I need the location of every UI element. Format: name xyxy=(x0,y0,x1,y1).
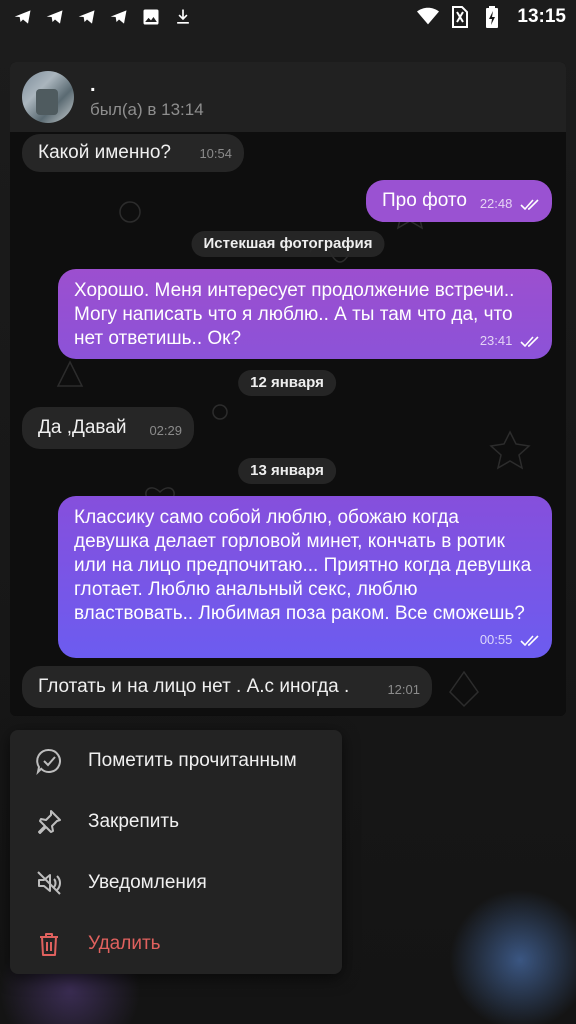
mute-bell-icon xyxy=(34,868,64,898)
battery-charging-icon xyxy=(481,6,503,28)
message-time: 23:41 xyxy=(479,333,513,348)
read-ticks-icon xyxy=(520,634,539,646)
message-outgoing[interactable]: Классику само собой люблю, обожаю когда … xyxy=(58,496,552,658)
trash-icon xyxy=(34,929,64,959)
service-message: Истекшая фотография xyxy=(191,231,385,257)
message-list: Какой именно? 10:54 Про фото 22:48 Истек… xyxy=(10,132,566,716)
message-text: Глотать и на лицо нет . А.с иногда . xyxy=(38,676,350,697)
telegram-icon xyxy=(76,6,98,28)
clock: 13:15 xyxy=(517,6,566,27)
message-incoming[interactable]: Какой именно? 10:54 xyxy=(22,134,244,172)
chat-header: . был(а) в 13:14 xyxy=(10,62,566,132)
date-separator: 12 января xyxy=(238,370,336,396)
message-time: 00:55 xyxy=(479,632,513,647)
message-incoming[interactable]: Глотать и на лицо нет . А.с иногда . 12:… xyxy=(22,666,432,708)
status-bar: 13:15 xyxy=(0,0,576,34)
system-icons: 13:15 xyxy=(417,6,566,28)
message-text: Классику само собой люблю, обожаю когда … xyxy=(74,507,532,624)
pin-icon xyxy=(34,807,64,837)
notifications-menu-item[interactable]: Уведомления xyxy=(10,852,342,913)
delete-menu-item[interactable]: Удалить xyxy=(10,913,342,974)
chat-name: . xyxy=(90,74,96,96)
telegram-icon xyxy=(44,6,66,28)
message-incoming[interactable]: Да ,Давай 02:29 xyxy=(22,407,194,449)
wifi-icon xyxy=(417,6,440,28)
avatar xyxy=(22,71,74,123)
read-check-icon xyxy=(34,746,64,776)
image-icon xyxy=(140,6,162,28)
pin-menu-item[interactable]: Закрепить xyxy=(10,791,342,852)
menu-item-label: Пометить прочитанным xyxy=(88,749,297,771)
chat-preview[interactable]: . был(а) в 13:14 Какой именно? 10:54 Про… xyxy=(10,62,566,716)
message-text: Хорошо. Меня интересует продолжение встр… xyxy=(74,280,515,349)
read-ticks-icon xyxy=(520,198,539,210)
menu-item-label: Удалить xyxy=(88,932,161,954)
no-sim-icon xyxy=(449,6,471,28)
message-time: 22:48 xyxy=(479,196,513,211)
menu-item-label: Уведомления xyxy=(88,871,207,893)
chat-context-menu: Пометить прочитанным Закрепить Уведомлен… xyxy=(10,730,342,974)
message-text: Какой именно? xyxy=(38,142,171,163)
download-icon xyxy=(172,6,194,28)
message-time: 10:54 xyxy=(199,146,232,161)
message-outgoing[interactable]: Хорошо. Меня интересует продолжение встр… xyxy=(58,269,552,359)
telegram-icon xyxy=(108,6,130,28)
message-outgoing[interactable]: Про фото 22:48 xyxy=(366,180,552,222)
mark-as-read-menu-item[interactable]: Пометить прочитанным xyxy=(10,730,342,791)
menu-item-label: Закрепить xyxy=(88,810,179,832)
message-time: 02:29 xyxy=(149,423,182,438)
telegram-icon xyxy=(12,6,34,28)
notification-icons xyxy=(12,6,194,28)
read-ticks-icon xyxy=(520,335,539,347)
message-text: Про фото xyxy=(382,190,467,211)
date-separator: 13 января xyxy=(238,458,336,484)
last-seen-status: был(а) в 13:14 xyxy=(90,100,204,119)
message-time: 12:01 xyxy=(387,682,420,697)
message-text: Да ,Давай xyxy=(38,417,127,438)
